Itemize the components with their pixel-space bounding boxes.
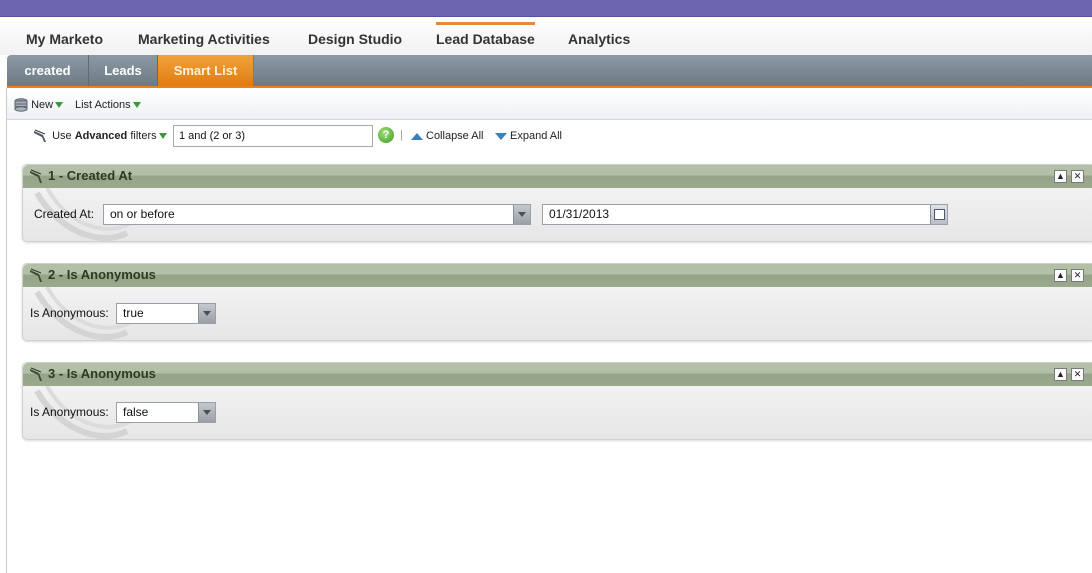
list-toolbar: New List Actions xyxy=(7,90,1092,120)
expand-arrow-icon xyxy=(495,132,507,140)
advanced-label: Advanced xyxy=(74,130,128,142)
chevron-down-icon[interactable] xyxy=(198,403,215,422)
dropdown-triangle-icon xyxy=(132,102,141,109)
filter-title: 1 - Created At xyxy=(48,168,133,183)
collapse-filter-button[interactable]: ▲ xyxy=(1054,269,1067,282)
select-value: true xyxy=(123,306,144,320)
filter-title: 2 - Is Anonymous xyxy=(48,267,156,282)
remove-filter-button[interactable]: ✕ xyxy=(1071,269,1084,282)
main-navigation: My Marketo Marketing Activities Design S… xyxy=(0,17,1092,55)
new-label: New xyxy=(31,99,54,111)
filter-rule-input[interactable]: 1 and (2 or 3) xyxy=(173,125,373,147)
is-anonymous-select[interactable]: false xyxy=(116,402,216,423)
is-anonymous-label: Is Anonymous: xyxy=(30,405,109,419)
toolbar-separator: | xyxy=(400,129,403,141)
database-icon xyxy=(14,98,28,112)
collapse-all-button[interactable]: Collapse All xyxy=(411,128,483,144)
collapse-filter-button[interactable]: ▲ xyxy=(1054,368,1067,381)
remove-filter-button[interactable]: ✕ xyxy=(1071,170,1084,183)
use-label: Use xyxy=(52,130,72,142)
help-icon[interactable]: ? xyxy=(378,127,394,143)
filters-label: filters xyxy=(130,130,157,142)
remove-filter-button[interactable]: ✕ xyxy=(1071,368,1084,381)
filter-funnel-icon xyxy=(30,268,42,282)
chevron-down-icon[interactable] xyxy=(198,304,215,323)
nav-tab-analytics[interactable]: Analytics xyxy=(568,24,630,54)
advanced-filters-toggle[interactable]: Use Advanced filters xyxy=(33,128,167,144)
collapse-all-label: Collapse All xyxy=(426,130,484,142)
filter-title: 3 - Is Anonymous xyxy=(48,366,156,381)
date-value: 01/31/2013 xyxy=(549,207,610,221)
calendar-icon[interactable] xyxy=(930,205,947,224)
subtab-smart-list[interactable]: Smart List xyxy=(158,55,254,86)
list-actions-menu-button[interactable]: List Actions xyxy=(75,97,141,113)
nav-tab-design-studio[interactable]: Design Studio xyxy=(308,24,402,54)
chevron-down-icon[interactable] xyxy=(513,205,530,224)
top-banner xyxy=(0,0,1092,17)
created-at-label: Created At: xyxy=(34,207,95,221)
subtab-leads[interactable]: Leads xyxy=(89,55,158,86)
filter-funnel-icon xyxy=(34,129,46,143)
dropdown-triangle-icon xyxy=(55,102,64,109)
operator-value: on or before xyxy=(110,207,175,221)
is-anonymous-select[interactable]: true xyxy=(116,303,216,324)
nav-tab-marketing-activities[interactable]: Marketing Activities xyxy=(138,24,270,54)
dropdown-triangle-icon xyxy=(158,133,167,140)
nav-tab-lead-database[interactable]: Lead Database xyxy=(436,22,535,52)
filter-panel-is-anonymous-2: 3 - Is Anonymous ▲ ✕ Is Anonymous: false xyxy=(22,362,1092,440)
list-actions-label: List Actions xyxy=(75,99,131,111)
expand-all-button[interactable]: Expand All xyxy=(495,128,562,144)
collapse-arrow-icon xyxy=(411,132,423,140)
filter-panel-header[interactable]: 3 - Is Anonymous ▲ ✕ xyxy=(23,363,1092,386)
filter-bar: Use Advanced filters 1 and (2 or 3) ? | … xyxy=(7,121,1092,151)
filter-funnel-icon xyxy=(30,169,42,183)
filter-panel-created-at: 1 - Created At ▲ ✕ Created At: on or bef… xyxy=(22,164,1092,242)
filter-panel-header[interactable]: 2 - Is Anonymous ▲ ✕ xyxy=(23,264,1092,287)
created-at-operator-select[interactable]: on or before xyxy=(103,204,531,225)
marketo-app: My Marketo Marketing Activities Design S… xyxy=(0,0,1092,573)
is-anonymous-label: Is Anonymous: xyxy=(30,306,109,320)
select-value: false xyxy=(123,405,149,419)
created-at-date-input[interactable]: 01/31/2013 xyxy=(542,204,948,225)
subtab-created[interactable]: created xyxy=(7,55,89,86)
new-menu-button[interactable]: New xyxy=(14,97,64,113)
filter-funnel-icon xyxy=(30,367,42,381)
expand-all-label: Expand All xyxy=(510,130,562,142)
filter-panel-is-anonymous-1: 2 - Is Anonymous ▲ ✕ Is Anonymous: true xyxy=(22,263,1092,341)
collapse-filter-button[interactable]: ▲ xyxy=(1054,170,1067,183)
nav-tab-my-marketo[interactable]: My Marketo xyxy=(26,24,103,54)
content-border xyxy=(6,88,7,573)
filter-panel-header[interactable]: 1 - Created At ▲ ✕ xyxy=(23,165,1092,188)
sub-navigation: created Leads Smart List xyxy=(7,55,1092,88)
